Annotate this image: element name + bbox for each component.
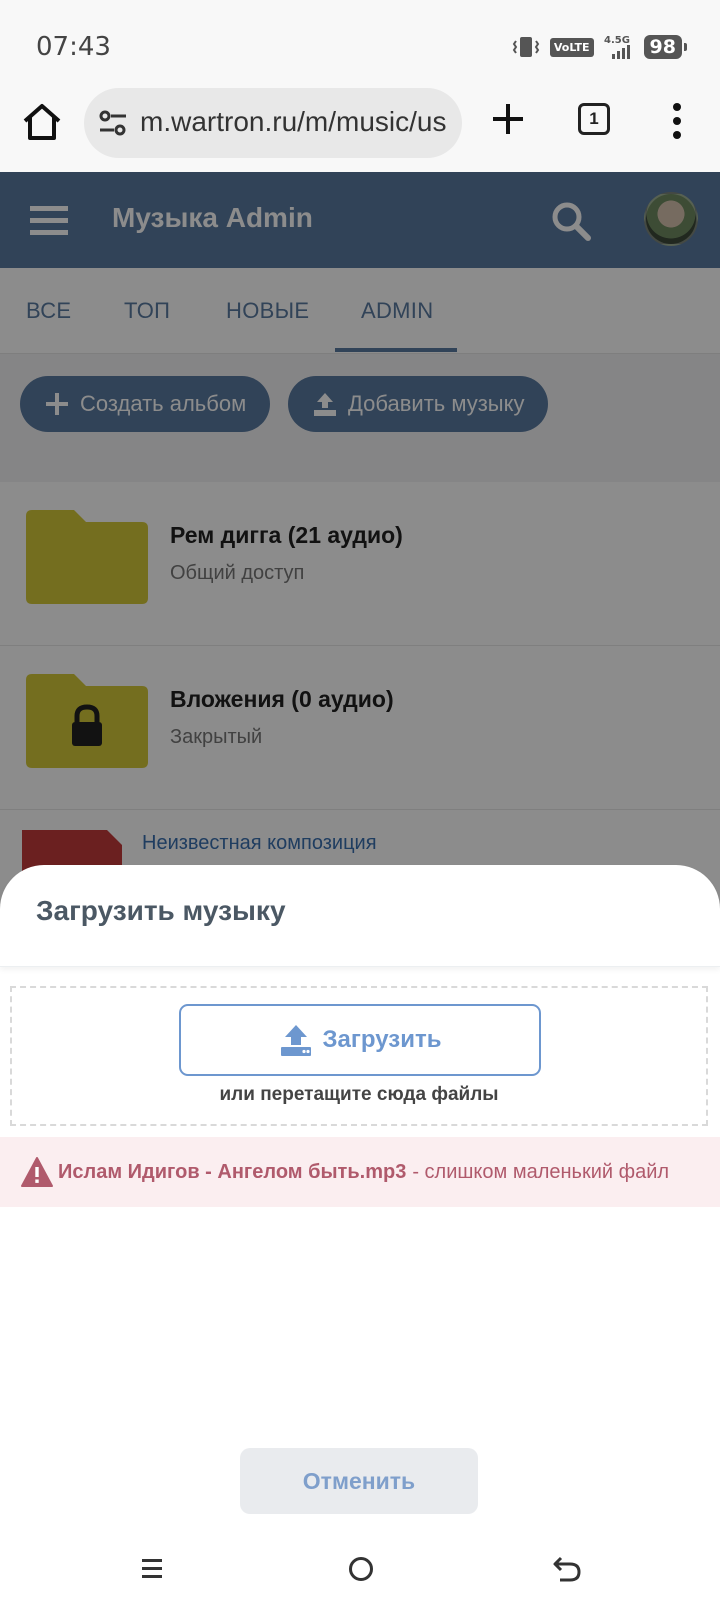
url-text: m.wartron.ru/m/music/us	[140, 106, 447, 137]
battery-icon: 98	[643, 35, 688, 59]
browser-toolbar: m.wartron.ru/m/music/us 1	[0, 88, 720, 172]
volte-badge: VoLTE	[549, 37, 594, 57]
status-icons: VoLTE 4.5G 98	[512, 34, 688, 60]
error-text: - слишком маленький файл	[412, 1160, 670, 1183]
system-nav-bar	[0, 1538, 720, 1600]
home-circle-icon[interactable]	[348, 1556, 374, 1582]
recents-icon[interactable]	[140, 1556, 164, 1580]
vibrate-icon	[512, 37, 540, 57]
signal-icon: 4.5G	[604, 35, 630, 59]
error-message: Ислам Идигов - Ангелом быть.mp3 - слишко…	[0, 1137, 720, 1207]
svg-text:4.5G: 4.5G	[604, 35, 630, 46]
drop-zone[interactable]: Загрузить или перетащите сюда файлы	[10, 986, 708, 1126]
sheet-title: Загрузить музыку	[36, 895, 286, 926]
plus-icon[interactable]	[490, 101, 526, 137]
warning-icon	[21, 1157, 53, 1187]
cancel-button[interactable]: Отменить	[240, 1448, 478, 1514]
home-icon[interactable]	[20, 100, 64, 144]
back-icon[interactable]	[552, 1554, 582, 1582]
status-bar: 07:43 VoLTE 4.5G 98	[0, 0, 720, 88]
upload-sheet: Загрузить музыку Загрузить или перетащит…	[0, 865, 720, 1600]
tabs-icon[interactable]: 1	[578, 103, 610, 135]
upload-button-label: Загрузить	[322, 1026, 442, 1053]
upload-button[interactable]: Загрузить	[179, 1004, 541, 1076]
address-bar[interactable]: m.wartron.ru/m/music/us	[84, 88, 462, 158]
more-vert-icon[interactable]	[670, 102, 684, 140]
sheet-header: Загрузить музыку	[0, 865, 720, 967]
upload-icon	[280, 1025, 311, 1056]
site-settings-icon[interactable]	[98, 109, 128, 137]
drop-hint: или перетащите сюда файлы	[219, 1084, 499, 1105]
status-time: 07:43	[36, 32, 111, 62]
error-filename: Ислам Идигов - Ангелом быть.mp3	[58, 1160, 407, 1183]
